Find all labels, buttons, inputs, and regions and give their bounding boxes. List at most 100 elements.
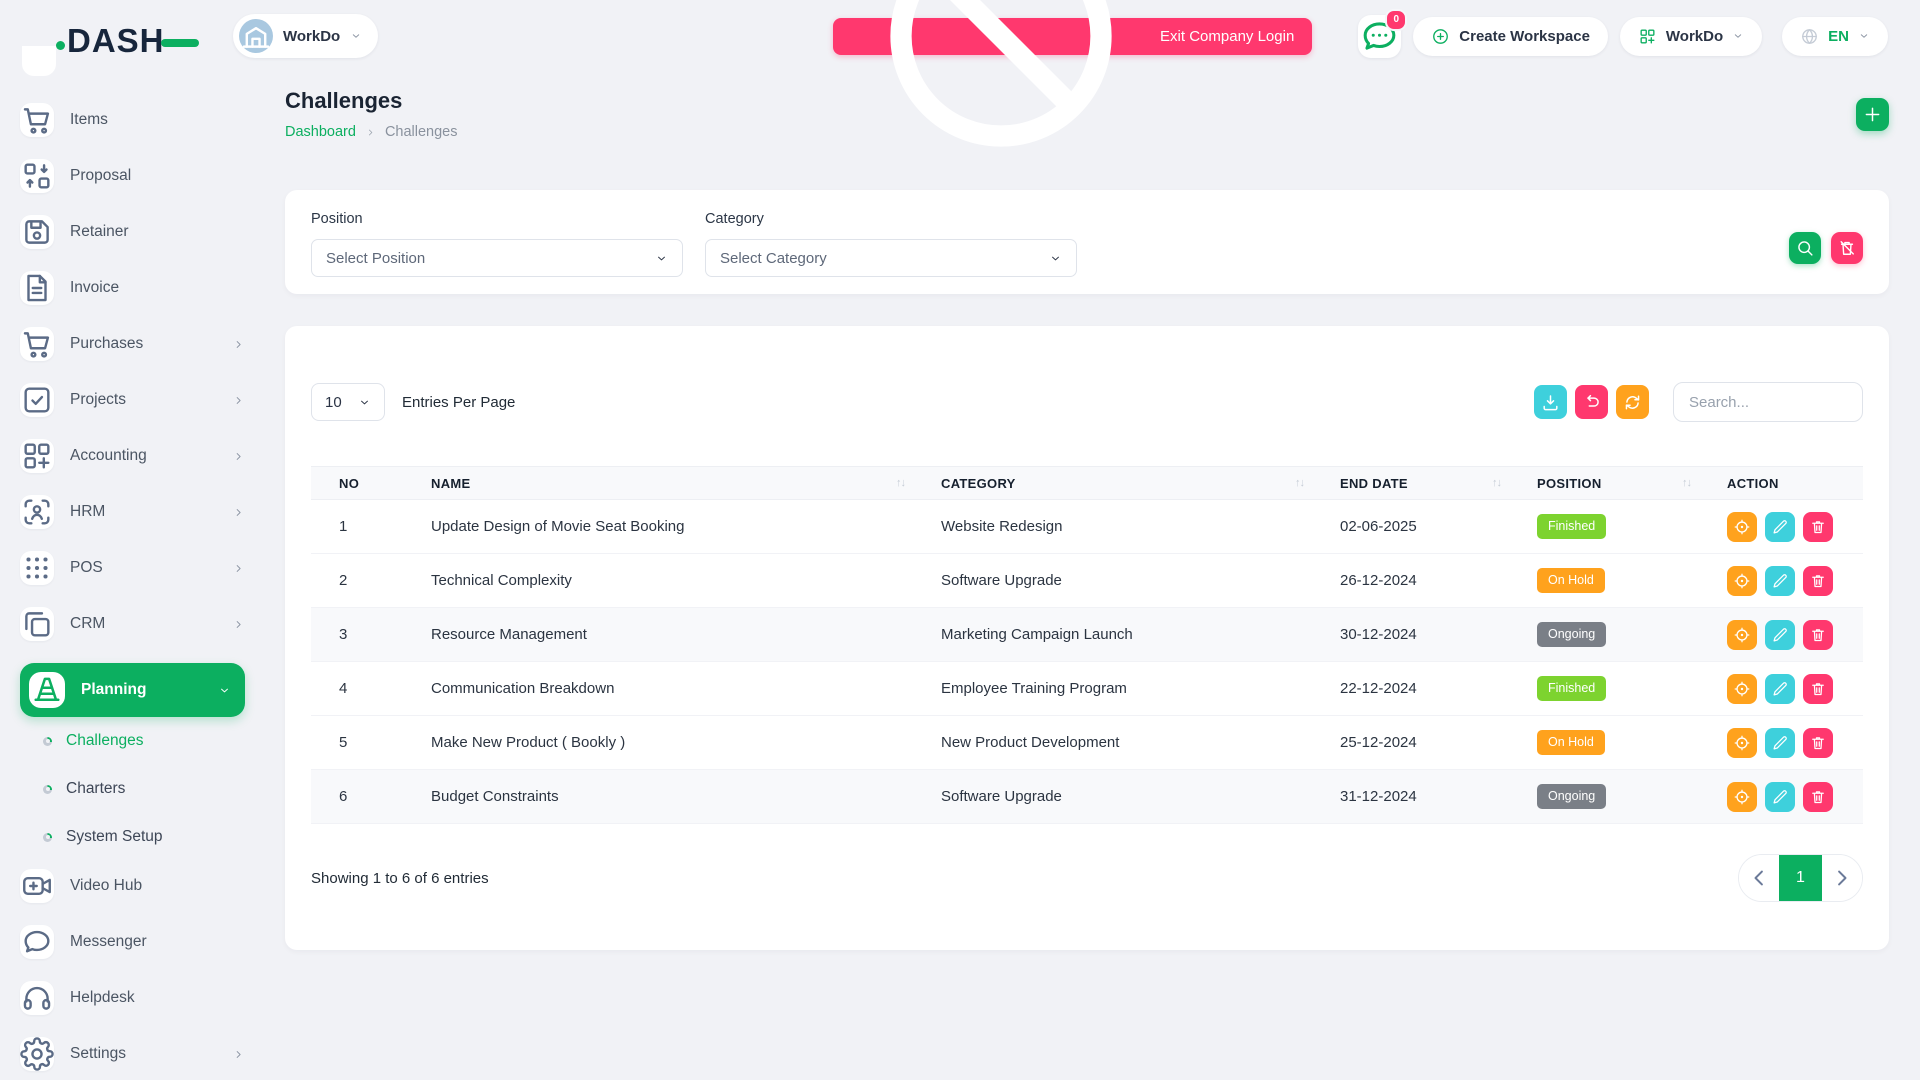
sidebar-item-pos[interactable]: POS <box>20 551 245 585</box>
trash-icon <box>1809 572 1827 590</box>
sidebar-item-settings[interactable]: Settings <box>20 1037 245 1071</box>
video-icon <box>20 869 54 903</box>
sidebar-item-crm[interactable]: CRM <box>20 607 245 641</box>
sidebar-item-invoice[interactable]: Invoice <box>20 271 245 305</box>
sidebar-item-helpdesk[interactable]: Helpdesk <box>20 981 245 1015</box>
column-header-end-date[interactable]: END DATE↑↓ <box>1312 467 1509 500</box>
position-select[interactable]: Select Position <box>311 239 683 277</box>
clear-filter-button[interactable] <box>1831 232 1863 264</box>
delete-button[interactable] <box>1803 566 1833 596</box>
chevron-down-icon <box>218 684 231 697</box>
breadcrumb-dashboard-link[interactable]: Dashboard <box>285 124 356 140</box>
edit-button[interactable] <box>1765 512 1795 542</box>
sidebar-item-accounting[interactable]: Accounting <box>20 439 245 473</box>
view-button[interactable] <box>1727 674 1757 704</box>
edit-button[interactable] <box>1765 566 1795 596</box>
messages-button[interactable]: 0 <box>1358 15 1401 58</box>
create-workspace-label: Create Workspace <box>1459 28 1590 45</box>
sidebar: Items Proposal Retainer Invoice Purchases Pro… <box>0 0 285 1080</box>
showing-entries-text: Showing 1 to 6 of 6 entries <box>311 870 489 887</box>
delete-button[interactable] <box>1803 620 1833 650</box>
add-challenge-button[interactable] <box>1856 98 1889 131</box>
view-button[interactable] <box>1727 728 1757 758</box>
view-button[interactable] <box>1727 566 1757 596</box>
table-search-input[interactable] <box>1673 382 1863 422</box>
create-workspace-button[interactable]: Create Workspace <box>1413 17 1608 56</box>
sort-icon: ↑↓ <box>1295 477 1304 489</box>
current-page-button[interactable]: 1 <box>1779 855 1822 901</box>
column-header-position[interactable]: POSITION↑↓ <box>1509 467 1699 500</box>
sidebar-item-label: Video Hub <box>70 877 142 895</box>
sidebar-item-items[interactable]: Items <box>20 103 245 137</box>
table-header-row: NONAME↑↓CATEGORY↑↓END DATE↑↓POSITION↑↓AC… <box>311 467 1863 500</box>
exit-company-login-button[interactable]: Exit Company Login <box>833 18 1312 55</box>
view-button[interactable] <box>1727 512 1757 542</box>
edit-button[interactable] <box>1765 674 1795 704</box>
status-badge: Ongoing <box>1537 622 1606 647</box>
chevron-down-icon <box>350 30 362 42</box>
sort-icon: ↑↓ <box>1492 477 1501 489</box>
cell-position: On Hold <box>1509 554 1699 608</box>
messenger-icon <box>20 925 54 959</box>
chevron-down-icon <box>1049 252 1062 265</box>
cell-category: Software Upgrade <box>913 554 1312 608</box>
pencil-icon <box>1771 518 1789 536</box>
plus-icon <box>1862 104 1883 125</box>
cell-no: 5 <box>311 716 403 770</box>
sidebar-item-proposal[interactable]: Proposal <box>20 159 245 193</box>
sidebar-item-retainer[interactable]: Retainer <box>20 215 245 249</box>
delete-button[interactable] <box>1803 728 1833 758</box>
cell-category: Software Upgrade <box>913 770 1312 824</box>
view-button[interactable] <box>1727 782 1757 812</box>
previous-page-button[interactable] <box>1739 855 1779 901</box>
sidebar-subitem-charters[interactable]: Charters <box>20 769 245 809</box>
chevron-left-icon <box>1745 864 1773 892</box>
export-button[interactable] <box>1534 385 1567 419</box>
eye-icon <box>1733 680 1751 698</box>
chevron-down-icon <box>655 252 668 265</box>
sidebar-item-planning[interactable]: Planning <box>20 663 245 717</box>
edit-button[interactable] <box>1765 782 1795 812</box>
apply-filter-button[interactable] <box>1789 232 1821 264</box>
cell-end-date: 02-06-2025 <box>1312 500 1509 554</box>
sidebar-subitem-challenges[interactable]: Challenges <box>20 721 245 761</box>
chevron-right-icon <box>1828 864 1856 892</box>
breadcrumb: Dashboard Challenges <box>285 124 458 140</box>
sidebar-item-hrm[interactable]: HRM <box>20 495 245 529</box>
view-button[interactable] <box>1727 620 1757 650</box>
cell-name: Make New Product ( Bookly ) <box>403 716 913 770</box>
cell-action <box>1699 716 1863 770</box>
next-page-button[interactable] <box>1822 855 1862 901</box>
column-header-name[interactable]: NAME↑↓ <box>403 467 913 500</box>
reload-button[interactable] <box>1616 385 1649 419</box>
workspace-menu-dropdown[interactable]: WorkDo <box>1620 17 1762 56</box>
entries-per-page-select[interactable]: 10 <box>311 383 385 421</box>
sidebar-item-messenger[interactable]: Messenger <box>20 925 245 959</box>
sidebar-item-purchases[interactable]: Purchases <box>20 327 245 361</box>
cell-end-date: 26-12-2024 <box>1312 554 1509 608</box>
reset-button[interactable] <box>1575 385 1608 419</box>
cell-name: Communication Breakdown <box>403 662 913 716</box>
sidebar-item-label: Messenger <box>70 933 147 951</box>
pencil-icon <box>1771 680 1789 698</box>
cell-action <box>1699 500 1863 554</box>
cart-icon <box>20 103 54 137</box>
edit-button[interactable] <box>1765 728 1795 758</box>
delete-button[interactable] <box>1803 512 1833 542</box>
sidebar-item-video-hub[interactable]: Video Hub <box>20 869 245 903</box>
delete-button[interactable] <box>1803 782 1833 812</box>
sidebar-subitem-system-setup[interactable]: System Setup <box>20 817 245 857</box>
bullet-ring-icon <box>43 785 52 794</box>
purchases-icon <box>20 327 54 361</box>
column-header-category[interactable]: CATEGORY↑↓ <box>913 467 1312 500</box>
sidebar-item-projects[interactable]: Projects <box>20 383 245 417</box>
language-dropdown[interactable]: EN <box>1782 17 1888 56</box>
cell-action <box>1699 770 1863 824</box>
edit-button[interactable] <box>1765 620 1795 650</box>
undo-icon <box>1581 392 1602 413</box>
status-badge: On Hold <box>1537 730 1605 755</box>
page-title: Challenges <box>285 88 458 114</box>
category-select[interactable]: Select Category <box>705 239 1077 277</box>
chevron-right-icon <box>365 127 376 138</box>
delete-button[interactable] <box>1803 674 1833 704</box>
